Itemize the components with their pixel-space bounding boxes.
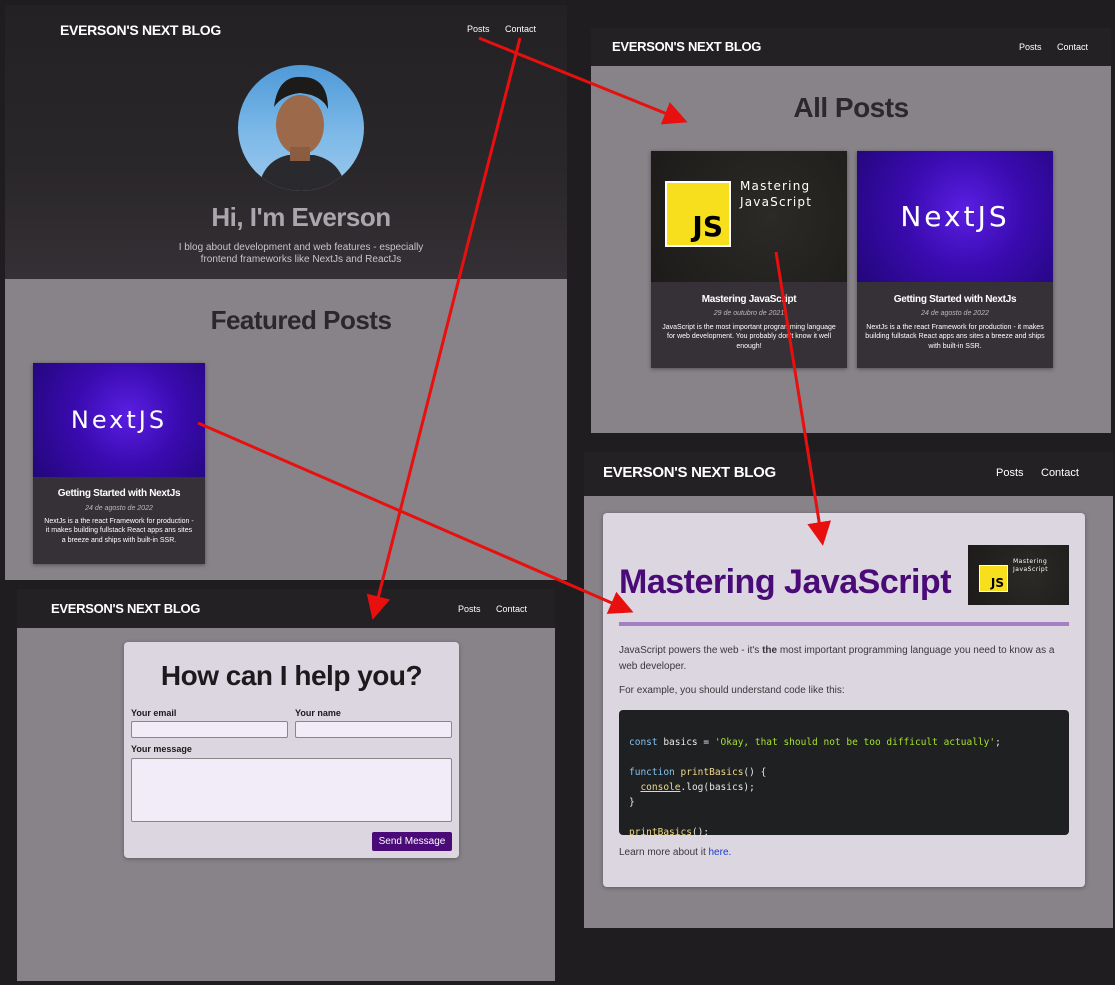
javascript-logo: JS: [979, 565, 1008, 592]
contact-form-card: How can I help you? Your email Your name…: [124, 642, 459, 858]
post-thumbnail: JS Mastering JavaScript: [651, 151, 847, 282]
navbar: EVERSON'S NEXT BLOG Posts Contact: [591, 28, 1111, 66]
post-paragraph-1: JavaScript powers the web - it's the mos…: [619, 645, 1055, 672]
post-paragraph-2: For example, you should understand code …: [619, 685, 845, 696]
nextjs-logo-text: NextJS: [900, 200, 1010, 233]
post-card-date: 29 de outubro de 2021: [713, 310, 785, 317]
post-header-image: JS Mastering JavaScript: [968, 545, 1069, 605]
featured-heading: Featured Posts: [210, 305, 392, 335]
thumbnail-caption: Mastering JavaScript: [740, 179, 813, 209]
navbar: EVERSON'S NEXT BLOG Posts Contact: [17, 589, 555, 628]
email-field[interactable]: [131, 721, 288, 738]
name-label: Your name: [295, 708, 341, 718]
all-posts-page-panel: EVERSON'S NEXT BLOG Posts Contact All Po…: [591, 28, 1111, 433]
nav-posts-link[interactable]: Posts: [467, 24, 490, 34]
site-logo[interactable]: EVERSON'S NEXT BLOG: [60, 22, 221, 38]
post-card-getting-started-nextjs[interactable]: NextJS Getting Started with NextJs 24 de…: [857, 151, 1053, 368]
post-card-excerpt: NextJs is a the react Framework for prod…: [865, 324, 1045, 350]
code-snippet: const basics = 'Okay, that should not be…: [619, 710, 1069, 838]
nav-contact-link[interactable]: Contact: [496, 604, 527, 614]
site-logo[interactable]: EVERSON'S NEXT BLOG: [603, 464, 776, 481]
nav-contact-link[interactable]: Contact: [505, 24, 536, 34]
send-message-button[interactable]: Send Message: [372, 832, 452, 851]
post-card-title[interactable]: Getting Started with NextJs: [33, 488, 205, 499]
message-label: Your message: [131, 744, 192, 754]
post-thumbnail: NextJS: [857, 151, 1053, 282]
learn-more-text: Learn more about it here.: [619, 847, 732, 858]
all-posts-heading: All Posts: [793, 92, 909, 123]
navbar: EVERSON'S NEXT BLOG Posts Contact: [584, 452, 1113, 496]
nav-contact-link[interactable]: Contact: [1057, 42, 1088, 52]
post-card-excerpt: NextJs is a the react Framework for prod…: [44, 518, 194, 544]
nav-posts-link[interactable]: Posts: [1019, 42, 1042, 52]
hero-subtitle-line-2: frontend frameworks like NextJs and Reac…: [200, 254, 402, 265]
home-page-panel: EVERSON'S NEXT BLOG Posts Contact Hi, I'…: [5, 5, 567, 580]
post-card-date: 24 de agosto de 2022: [921, 310, 989, 317]
post-card-title[interactable]: Mastering JavaScript: [651, 294, 847, 305]
email-label: Your email: [131, 708, 177, 718]
nav-contact-link[interactable]: Contact: [1041, 467, 1079, 479]
nav-posts-link[interactable]: Posts: [458, 604, 481, 614]
post-card-date: 24 de agosto de 2022: [85, 505, 153, 512]
featured-section: Featured Posts NextJS Getting Started wi…: [5, 279, 567, 580]
hero-title: Hi, I'm Everson: [211, 202, 391, 232]
thumbnail-caption: Mastering JavaScript: [1013, 558, 1049, 573]
contact-page-panel: EVERSON'S NEXT BLOG Posts Contact How ca…: [17, 589, 555, 981]
featured-post-card[interactable]: NextJS Getting Started with NextJs 24 de…: [33, 363, 205, 564]
title-divider: [619, 622, 1069, 626]
post-card-mastering-javascript[interactable]: JS Mastering JavaScript Mastering JavaSc…: [651, 151, 847, 368]
site-logo[interactable]: EVERSON'S NEXT BLOG: [51, 601, 200, 616]
hero-subtitle-line-1: I blog about development and web feature…: [178, 242, 424, 253]
contact-heading: How can I help you?: [160, 660, 423, 691]
nextjs-logo-text: NextJS: [70, 406, 168, 434]
home-hero: EVERSON'S NEXT BLOG Posts Contact Hi, I'…: [5, 5, 567, 279]
name-field[interactable]: [295, 721, 452, 738]
post-thumbnail: NextJS: [33, 363, 205, 477]
author-avatar: [238, 65, 364, 191]
post-card-title[interactable]: Getting Started with NextJs: [857, 294, 1053, 305]
post-card-excerpt: JavaScript is the most important program…: [662, 324, 836, 350]
message-field[interactable]: [131, 758, 452, 822]
post-title: Mastering JavaScript: [619, 563, 952, 601]
post-article: Mastering JavaScript JS Mastering JavaSc…: [603, 513, 1085, 887]
learn-more-link[interactable]: here.: [709, 847, 732, 858]
nav-posts-link[interactable]: Posts: [996, 467, 1024, 479]
site-logo[interactable]: EVERSON'S NEXT BLOG: [612, 39, 761, 54]
javascript-logo: JS: [665, 181, 731, 247]
post-detail-page-panel: EVERSON'S NEXT BLOG Posts Contact Master…: [584, 452, 1113, 928]
